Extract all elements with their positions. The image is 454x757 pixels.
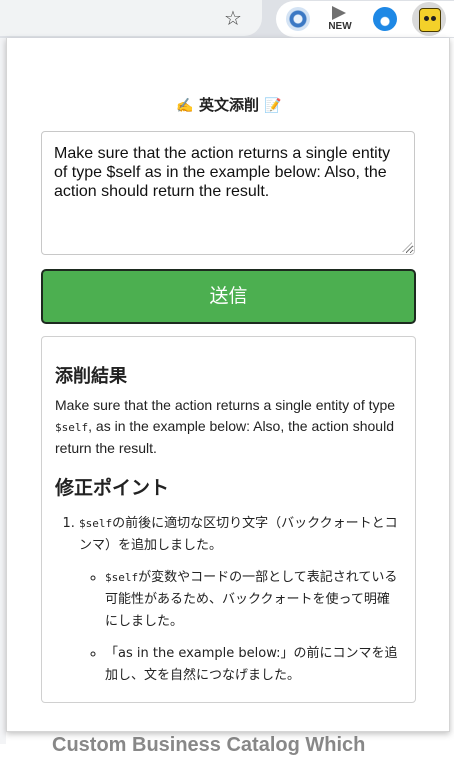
- textarea-resize-handle[interactable]: [402, 242, 412, 252]
- sub-point-item: 「as in the example below:」の前にコンマを追加し、文を自…: [105, 643, 402, 687]
- send-button[interactable]: 送信: [41, 269, 416, 324]
- sub-point-text: が変数やコードの一部として表記されている可能性があるため、バッククォートを使って…: [105, 570, 398, 629]
- sub-point-item: $selfが変数やコードの一部として表記されている可能性があるため、バッククォー…: [105, 567, 402, 633]
- point-code: $self: [79, 517, 113, 530]
- corrected-text-part: , as in the example below: Also, the act…: [55, 418, 394, 456]
- extension-popup: ✍️ 英文添削 📝 Make sure that the action retu…: [6, 38, 450, 732]
- point-sub-list: $selfが変数やコードの一部として表記されている可能性があるため、バッククォー…: [79, 567, 402, 687]
- result-heading: 添削結果: [55, 366, 127, 387]
- popup-title: ✍️ 英文添削 📝: [7, 94, 451, 116]
- extension-1-icon[interactable]: [286, 7, 310, 31]
- sub-point-code: $self: [105, 571, 139, 584]
- corrected-text: Make sure that the action returns a sing…: [55, 395, 402, 459]
- page-background-text: Custom Business Catalog Which: [52, 734, 366, 756]
- writing-hand-icon: ✍️: [176, 98, 194, 114]
- extension-3-icon[interactable]: [373, 7, 397, 31]
- points-list: $selfの前後に適切な区切り文字（バッククォートとコンマ）を追加しました。 $…: [55, 513, 402, 687]
- memo-icon: 📝: [264, 98, 282, 114]
- corrected-code: $self: [55, 421, 89, 434]
- english-input-textarea[interactable]: Make sure that the action returns a sing…: [41, 131, 415, 255]
- sub-point-text: 「as in the example below:」の前にコンマを追加し、文を自…: [105, 646, 398, 683]
- active-extension-icon[interactable]: [412, 2, 446, 36]
- corrected-text-part: Make sure that the action returns a sing…: [55, 397, 396, 413]
- result-panel: 添削結果 Make sure that the action returns a…: [41, 336, 416, 703]
- popup-title-text: 英文添削: [198, 96, 259, 114]
- bookmark-star-icon[interactable]: ☆: [220, 6, 246, 30]
- extension-new-badge: NEW: [328, 21, 352, 32]
- extension-new-icon[interactable]: [328, 6, 352, 20]
- browser-toolbar: ☆ NEW: [0, 0, 454, 38]
- point-text: の前後に適切な区切り文字（バッククォートとコンマ）を追加しました。: [79, 516, 398, 553]
- point-item: $selfの前後に適切な区切り文字（バッククォートとコンマ）を追加しました。 $…: [79, 513, 402, 687]
- robot-face-icon: [419, 8, 441, 32]
- points-heading: 修正ポイント: [55, 477, 170, 499]
